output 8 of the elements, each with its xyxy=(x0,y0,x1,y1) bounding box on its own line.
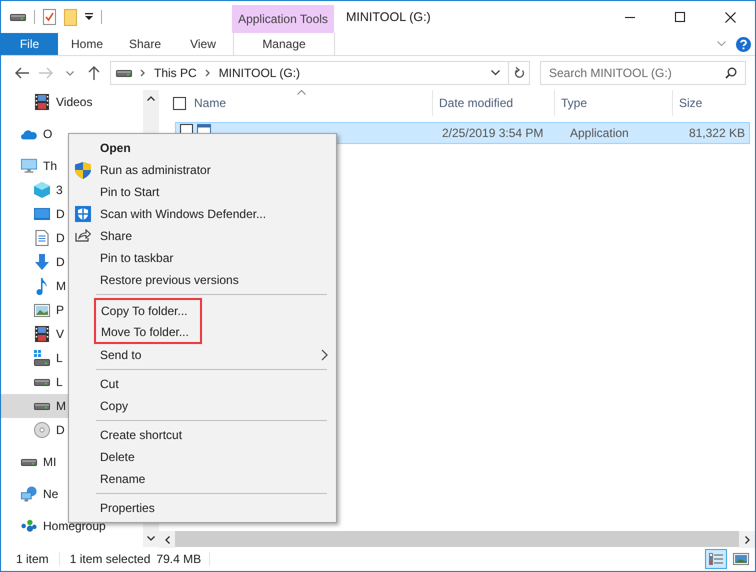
selection-count: 1 item selected xyxy=(68,552,150,566)
window-title: MINITOOL (G:) xyxy=(345,9,432,26)
item-count: 1 item xyxy=(1,552,60,566)
selection-size: 79.4 MB xyxy=(150,552,210,566)
date-cell-text: 2/25/2019 3:54 PM xyxy=(441,126,544,140)
type-cell-text: Application xyxy=(569,126,630,140)
contextual-tab-group: Application Tools xyxy=(232,5,334,33)
size-cell-text: 81,322 KB xyxy=(688,126,746,140)
